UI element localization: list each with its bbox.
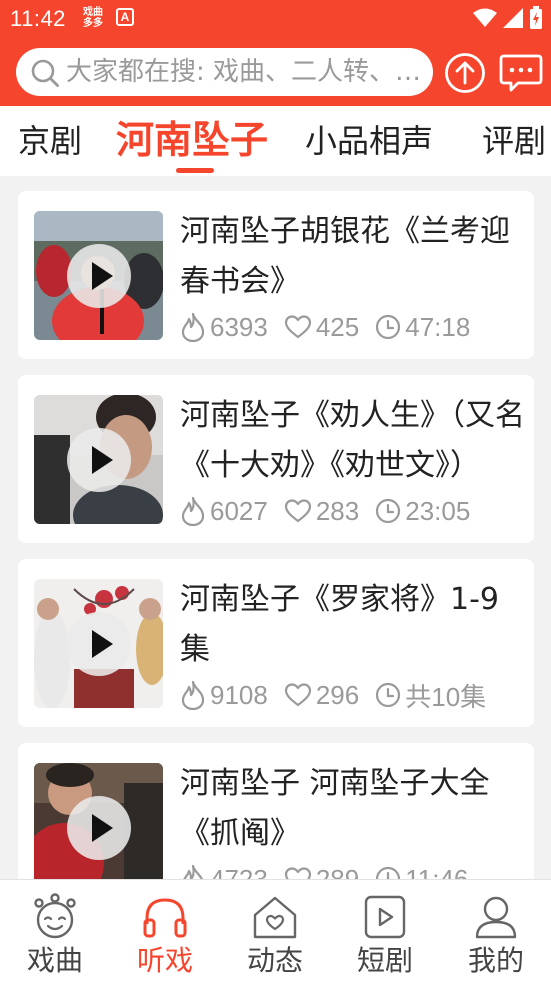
tab-xiaopin-xiangsheng[interactable]: 小品相声 [305, 121, 433, 161]
tab-pingju[interactable]: 评剧 [482, 121, 546, 161]
clock-icon [376, 314, 401, 340]
nav-label: 我的 [467, 944, 524, 977]
battery-icon [530, 6, 542, 29]
message-icon[interactable] [499, 53, 543, 93]
likes-stat: 283 [284, 496, 359, 527]
video-card[interactable]: 河南坠子 河南坠子大全《抓阄》 4723 289 11:46 [18, 743, 534, 879]
video-card[interactable]: 河南坠子胡银花《兰考迎春书会》 6393 425 47:18 [18, 191, 534, 359]
nav-item-dongtai[interactable]: 动态 [220, 880, 330, 981]
video-thumbnail[interactable] [34, 763, 163, 879]
views-stat: 4723 [180, 863, 268, 880]
duration-text: 47:18 [405, 311, 471, 342]
wifi-icon [473, 8, 497, 27]
nav-item-xiqu[interactable]: 戏曲 [0, 880, 110, 981]
nav-label: 短剧 [356, 944, 413, 977]
status-time: 11:42 [10, 6, 66, 31]
video-title[interactable]: 河南坠子《罗家将》1-9集 [180, 575, 525, 675]
likes-count: 425 [315, 311, 360, 342]
header: 11:42 戏曲 多多 A 大家都在搜: 戏曲、二人转、豫剧 [0, 0, 551, 106]
clock-icon [376, 682, 401, 708]
duration-stat: 11:46 [375, 863, 469, 880]
duration-stat: 23:05 [375, 496, 470, 527]
app-badge-bottom: 多多 [83, 18, 103, 29]
duration-stat: 47:18 [375, 312, 470, 343]
video-stats: 4723 289 11:46 [180, 861, 484, 879]
signal-icon [503, 8, 523, 28]
heart-icon [284, 683, 311, 707]
user-icon [475, 896, 517, 939]
app-notification-icon: 戏曲 多多 [80, 5, 106, 31]
video-thumbnail[interactable] [34, 211, 163, 340]
play-icon[interactable] [67, 244, 131, 308]
upload-icon[interactable] [444, 52, 486, 94]
search-icon [31, 59, 59, 87]
status-bar: 11:42 戏曲 多多 A [0, 0, 551, 38]
video-stats: 6027 283 23:05 [180, 493, 486, 529]
video-thumbnail[interactable] [34, 579, 163, 708]
views-count: 9108 [210, 679, 268, 710]
play-icon[interactable] [67, 428, 131, 492]
nav-item-wode[interactable]: 我的 [441, 880, 551, 981]
headphones-icon [143, 898, 187, 938]
views-count: 4723 [210, 863, 268, 880]
play-icon[interactable] [67, 612, 131, 676]
duration-text: 23:05 [405, 495, 471, 526]
clock-icon [376, 866, 401, 879]
likes-stat: 425 [284, 312, 359, 343]
category-tabs: 京剧 河南坠子 小品相声 评剧 [0, 106, 551, 176]
video-title[interactable]: 河南坠子 河南坠子大全《抓阄》 [180, 759, 525, 859]
duration-stat: 共10集 [375, 677, 486, 714]
views-stat: 6027 [180, 496, 268, 527]
nav-item-tingxi[interactable]: 听戏 [110, 880, 220, 981]
nav-label: 动态 [246, 944, 303, 977]
duration-text: 11:46 [405, 863, 469, 880]
heart-icon [284, 867, 311, 879]
play-square-icon [364, 895, 406, 939]
duration-text: 共10集 [405, 681, 487, 712]
views-stat: 6393 [180, 312, 268, 343]
play-icon[interactable] [67, 796, 131, 860]
app-badge-top: 戏曲 [83, 7, 103, 18]
views-count: 6027 [210, 495, 268, 526]
video-feed[interactable]: 河南坠子胡银花《兰考迎春书会》 6393 425 47:18 河南坠子《劝人生》… [0, 176, 551, 879]
home-heart-icon [253, 896, 297, 939]
video-card[interactable]: 河南坠子《罗家将》1-9集 9108 296 共10集 [18, 559, 534, 727]
nav-item-duanju[interactable]: 短剧 [330, 880, 440, 981]
views-count: 6393 [210, 311, 268, 342]
flame-icon [181, 496, 205, 526]
video-card[interactable]: 河南坠子《劝人生》（又名《十大劝》《劝世文》） 6027 283 23:05 [18, 375, 534, 543]
active-tab-indicator [176, 168, 214, 173]
app-a-icon: A [116, 8, 134, 26]
likes-count: 289 [315, 863, 360, 880]
views-stat: 9108 [180, 680, 268, 711]
clock-icon [376, 498, 401, 524]
search-input[interactable]: 大家都在搜: 戏曲、二人转、豫剧 [16, 48, 433, 96]
likes-stat: 289 [284, 863, 360, 880]
bottom-nav: 戏曲 听戏 动态 短剧 我的 [0, 879, 551, 981]
flame-icon [181, 312, 205, 342]
video-stats: 9108 296 共10集 [180, 677, 502, 713]
likes-count: 283 [315, 495, 360, 526]
search-placeholder: 大家都在搜: 戏曲、二人转、豫剧 [66, 57, 426, 87]
nav-label: 听戏 [136, 944, 193, 977]
heart-icon [284, 499, 311, 523]
tab-jingju[interactable]: 京剧 [18, 121, 82, 161]
video-title[interactable]: 河南坠子胡银花《兰考迎春书会》 [180, 207, 525, 307]
video-thumbnail[interactable] [34, 395, 163, 524]
nav-label: 戏曲 [26, 944, 83, 977]
flame-icon [183, 864, 203, 879]
alarm-clock-icon [34, 893, 76, 939]
tab-henan-zhuizi[interactable]: 河南坠子 [116, 118, 268, 162]
video-stats: 6393 425 47:18 [180, 309, 486, 345]
flame-icon [181, 680, 205, 710]
heart-icon [284, 315, 311, 339]
video-title[interactable]: 河南坠子《劝人生》（又名《十大劝》《劝世文》） [180, 391, 525, 491]
likes-stat: 296 [284, 680, 359, 711]
likes-count: 296 [315, 679, 360, 710]
